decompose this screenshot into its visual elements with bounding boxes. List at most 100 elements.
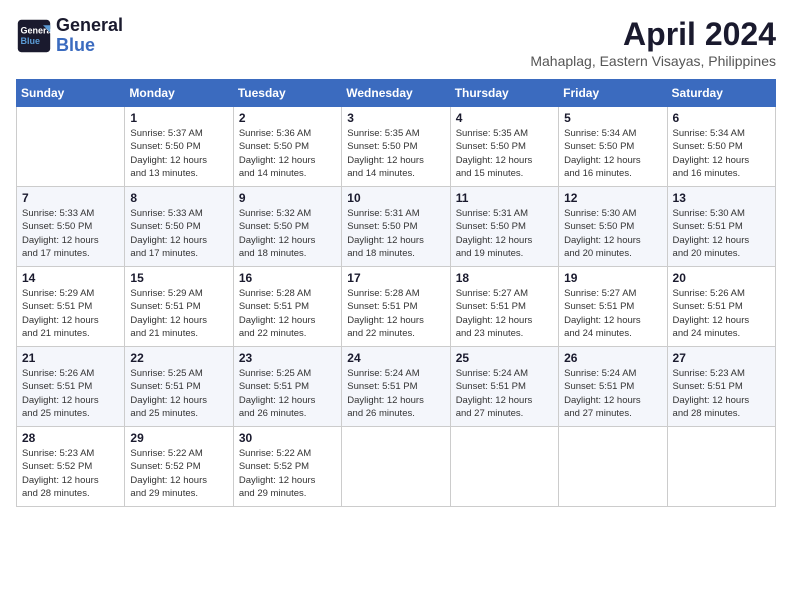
day-cell: 3 Sunrise: 5:35 AM Sunset: 5:50 PM Dayli… bbox=[342, 107, 450, 187]
day-cell: 27 Sunrise: 5:23 AM Sunset: 5:51 PM Dayl… bbox=[667, 347, 775, 427]
day-number: 7 bbox=[22, 191, 119, 205]
day-number: 19 bbox=[564, 271, 661, 285]
day-info: Sunrise: 5:28 AM Sunset: 5:51 PM Dayligh… bbox=[347, 287, 444, 340]
day-cell bbox=[17, 107, 125, 187]
day-cell: 29 Sunrise: 5:22 AM Sunset: 5:52 PM Dayl… bbox=[125, 427, 233, 507]
header-row: SundayMondayTuesdayWednesdayThursdayFrid… bbox=[17, 80, 776, 107]
day-info: Sunrise: 5:30 AM Sunset: 5:50 PM Dayligh… bbox=[564, 207, 661, 260]
logo: General Blue General Blue bbox=[16, 16, 123, 56]
day-info: Sunrise: 5:33 AM Sunset: 5:50 PM Dayligh… bbox=[22, 207, 119, 260]
day-cell: 11 Sunrise: 5:31 AM Sunset: 5:50 PM Dayl… bbox=[450, 187, 558, 267]
day-cell: 4 Sunrise: 5:35 AM Sunset: 5:50 PM Dayli… bbox=[450, 107, 558, 187]
day-cell: 2 Sunrise: 5:36 AM Sunset: 5:50 PM Dayli… bbox=[233, 107, 341, 187]
day-cell: 13 Sunrise: 5:30 AM Sunset: 5:51 PM Dayl… bbox=[667, 187, 775, 267]
day-info: Sunrise: 5:27 AM Sunset: 5:51 PM Dayligh… bbox=[564, 287, 661, 340]
day-info: Sunrise: 5:35 AM Sunset: 5:50 PM Dayligh… bbox=[456, 127, 553, 180]
day-info: Sunrise: 5:37 AM Sunset: 5:50 PM Dayligh… bbox=[130, 127, 227, 180]
col-header-tuesday: Tuesday bbox=[233, 80, 341, 107]
day-number: 28 bbox=[22, 431, 119, 445]
day-info: Sunrise: 5:23 AM Sunset: 5:52 PM Dayligh… bbox=[22, 447, 119, 500]
day-number: 21 bbox=[22, 351, 119, 365]
day-cell: 10 Sunrise: 5:31 AM Sunset: 5:50 PM Dayl… bbox=[342, 187, 450, 267]
day-info: Sunrise: 5:24 AM Sunset: 5:51 PM Dayligh… bbox=[564, 367, 661, 420]
day-info: Sunrise: 5:26 AM Sunset: 5:51 PM Dayligh… bbox=[673, 287, 770, 340]
day-cell: 16 Sunrise: 5:28 AM Sunset: 5:51 PM Dayl… bbox=[233, 267, 341, 347]
day-number: 14 bbox=[22, 271, 119, 285]
day-info: Sunrise: 5:29 AM Sunset: 5:51 PM Dayligh… bbox=[22, 287, 119, 340]
day-number: 23 bbox=[239, 351, 336, 365]
day-info: Sunrise: 5:36 AM Sunset: 5:50 PM Dayligh… bbox=[239, 127, 336, 180]
day-info: Sunrise: 5:26 AM Sunset: 5:51 PM Dayligh… bbox=[22, 367, 119, 420]
day-info: Sunrise: 5:31 AM Sunset: 5:50 PM Dayligh… bbox=[347, 207, 444, 260]
day-cell: 26 Sunrise: 5:24 AM Sunset: 5:51 PM Dayl… bbox=[559, 347, 667, 427]
week-row-4: 21 Sunrise: 5:26 AM Sunset: 5:51 PM Dayl… bbox=[17, 347, 776, 427]
day-number: 26 bbox=[564, 351, 661, 365]
day-info: Sunrise: 5:23 AM Sunset: 5:51 PM Dayligh… bbox=[673, 367, 770, 420]
day-cell: 24 Sunrise: 5:24 AM Sunset: 5:51 PM Dayl… bbox=[342, 347, 450, 427]
col-header-monday: Monday bbox=[125, 80, 233, 107]
day-cell: 18 Sunrise: 5:27 AM Sunset: 5:51 PM Dayl… bbox=[450, 267, 558, 347]
day-number: 20 bbox=[673, 271, 770, 285]
day-info: Sunrise: 5:25 AM Sunset: 5:51 PM Dayligh… bbox=[130, 367, 227, 420]
col-header-wednesday: Wednesday bbox=[342, 80, 450, 107]
day-cell: 9 Sunrise: 5:32 AM Sunset: 5:50 PM Dayli… bbox=[233, 187, 341, 267]
day-cell: 1 Sunrise: 5:37 AM Sunset: 5:50 PM Dayli… bbox=[125, 107, 233, 187]
day-cell: 8 Sunrise: 5:33 AM Sunset: 5:50 PM Dayli… bbox=[125, 187, 233, 267]
day-number: 6 bbox=[673, 111, 770, 125]
day-number: 3 bbox=[347, 111, 444, 125]
day-cell bbox=[342, 427, 450, 507]
col-header-friday: Friday bbox=[559, 80, 667, 107]
day-cell: 17 Sunrise: 5:28 AM Sunset: 5:51 PM Dayl… bbox=[342, 267, 450, 347]
day-info: Sunrise: 5:32 AM Sunset: 5:50 PM Dayligh… bbox=[239, 207, 336, 260]
logo-text-general: General bbox=[56, 16, 123, 36]
day-number: 27 bbox=[673, 351, 770, 365]
day-info: Sunrise: 5:25 AM Sunset: 5:51 PM Dayligh… bbox=[239, 367, 336, 420]
day-number: 15 bbox=[130, 271, 227, 285]
day-number: 17 bbox=[347, 271, 444, 285]
day-info: Sunrise: 5:29 AM Sunset: 5:51 PM Dayligh… bbox=[130, 287, 227, 340]
day-cell: 5 Sunrise: 5:34 AM Sunset: 5:50 PM Dayli… bbox=[559, 107, 667, 187]
calendar-table: SundayMondayTuesdayWednesdayThursdayFrid… bbox=[16, 79, 776, 507]
day-number: 30 bbox=[239, 431, 336, 445]
day-cell bbox=[667, 427, 775, 507]
location-title: Mahaplag, Eastern Visayas, Philippines bbox=[530, 53, 776, 69]
week-row-5: 28 Sunrise: 5:23 AM Sunset: 5:52 PM Dayl… bbox=[17, 427, 776, 507]
day-cell: 30 Sunrise: 5:22 AM Sunset: 5:52 PM Dayl… bbox=[233, 427, 341, 507]
day-info: Sunrise: 5:22 AM Sunset: 5:52 PM Dayligh… bbox=[239, 447, 336, 500]
day-cell: 23 Sunrise: 5:25 AM Sunset: 5:51 PM Dayl… bbox=[233, 347, 341, 427]
day-number: 10 bbox=[347, 191, 444, 205]
day-info: Sunrise: 5:28 AM Sunset: 5:51 PM Dayligh… bbox=[239, 287, 336, 340]
day-info: Sunrise: 5:31 AM Sunset: 5:50 PM Dayligh… bbox=[456, 207, 553, 260]
day-number: 9 bbox=[239, 191, 336, 205]
col-header-saturday: Saturday bbox=[667, 80, 775, 107]
day-cell bbox=[559, 427, 667, 507]
day-number: 1 bbox=[130, 111, 227, 125]
day-info: Sunrise: 5:22 AM Sunset: 5:52 PM Dayligh… bbox=[130, 447, 227, 500]
day-number: 25 bbox=[456, 351, 553, 365]
day-number: 11 bbox=[456, 191, 553, 205]
day-info: Sunrise: 5:33 AM Sunset: 5:50 PM Dayligh… bbox=[130, 207, 227, 260]
day-cell: 6 Sunrise: 5:34 AM Sunset: 5:50 PM Dayli… bbox=[667, 107, 775, 187]
col-header-thursday: Thursday bbox=[450, 80, 558, 107]
day-number: 12 bbox=[564, 191, 661, 205]
day-info: Sunrise: 5:34 AM Sunset: 5:50 PM Dayligh… bbox=[673, 127, 770, 180]
month-title: April 2024 bbox=[530, 16, 776, 53]
week-row-2: 7 Sunrise: 5:33 AM Sunset: 5:50 PM Dayli… bbox=[17, 187, 776, 267]
day-info: Sunrise: 5:24 AM Sunset: 5:51 PM Dayligh… bbox=[347, 367, 444, 420]
day-cell: 19 Sunrise: 5:27 AM Sunset: 5:51 PM Dayl… bbox=[559, 267, 667, 347]
day-cell: 25 Sunrise: 5:24 AM Sunset: 5:51 PM Dayl… bbox=[450, 347, 558, 427]
day-cell: 7 Sunrise: 5:33 AM Sunset: 5:50 PM Dayli… bbox=[17, 187, 125, 267]
header: General Blue General Blue April 2024 Mah… bbox=[16, 16, 776, 69]
day-cell: 14 Sunrise: 5:29 AM Sunset: 5:51 PM Dayl… bbox=[17, 267, 125, 347]
day-cell bbox=[450, 427, 558, 507]
day-cell: 12 Sunrise: 5:30 AM Sunset: 5:50 PM Dayl… bbox=[559, 187, 667, 267]
day-cell: 22 Sunrise: 5:25 AM Sunset: 5:51 PM Dayl… bbox=[125, 347, 233, 427]
day-info: Sunrise: 5:35 AM Sunset: 5:50 PM Dayligh… bbox=[347, 127, 444, 180]
day-number: 13 bbox=[673, 191, 770, 205]
day-info: Sunrise: 5:27 AM Sunset: 5:51 PM Dayligh… bbox=[456, 287, 553, 340]
day-number: 4 bbox=[456, 111, 553, 125]
day-number: 16 bbox=[239, 271, 336, 285]
day-info: Sunrise: 5:24 AM Sunset: 5:51 PM Dayligh… bbox=[456, 367, 553, 420]
day-number: 22 bbox=[130, 351, 227, 365]
logo-text-blue: Blue bbox=[56, 36, 123, 56]
